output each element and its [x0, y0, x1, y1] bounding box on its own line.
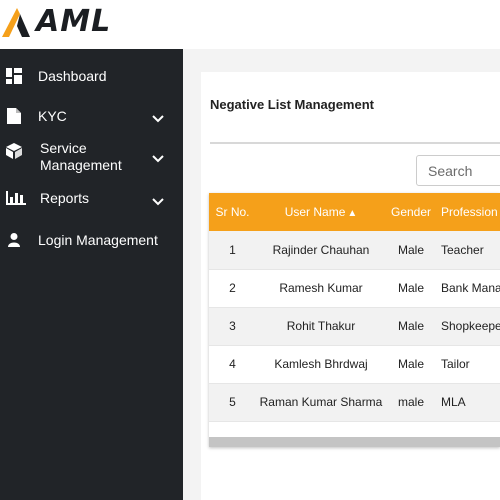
horizontal-scrollbar[interactable] — [209, 437, 500, 447]
cell-profession: Teacher — [436, 231, 500, 270]
sidebar-item-reports[interactable]: Reports — [0, 187, 183, 209]
sidebar-item-label: Reports — [40, 189, 90, 206]
sidebar-item-kyc[interactable]: KYC — [0, 105, 183, 127]
sidebar: Dashboard KYC Service Management Reports… — [0, 49, 183, 500]
cell-gender: Male — [386, 307, 436, 346]
cell-user-name: Rohit Thakur — [256, 307, 386, 346]
cell-profession: Tailor — [436, 345, 500, 384]
table-row[interactable]: 5 Raman Kumar Sharma male MLA — [209, 383, 500, 422]
logo-text: AML — [36, 3, 112, 39]
document-icon — [6, 108, 22, 124]
column-header-label: Profession — [441, 205, 498, 219]
cell-profession: MLA — [436, 383, 500, 422]
dashboard-icon — [6, 68, 22, 84]
cell-sr-no: 1 — [209, 231, 256, 270]
cell-profession: Bank Manager — [436, 269, 500, 308]
cell-sr-no: 3 — [209, 307, 256, 346]
sidebar-item-label: Login Management — [38, 231, 158, 248]
logo-mark-icon — [2, 8, 30, 37]
user-icon — [6, 232, 22, 248]
cell-user-name: Raman Kumar Sharma — [256, 383, 386, 422]
table-row[interactable]: 4 Kamlesh Bhrdwaj Male Tailor — [209, 345, 500, 384]
cell-sr-no: 4 — [209, 345, 256, 384]
chevron-down-icon — [152, 198, 164, 206]
cell-user-name: Rajinder Chauhan — [256, 231, 386, 270]
table-row[interactable]: 2 Ramesh Kumar Male Bank Manager — [209, 269, 500, 308]
page-title: Negative List Management — [210, 97, 374, 112]
column-header-label: Gender — [390, 205, 432, 219]
sidebar-item-label: Service Management — [40, 140, 122, 173]
cell-sr-no: 5 — [209, 383, 256, 422]
cell-profession: Shopkeeper — [436, 307, 500, 346]
column-header-label: User Name — [284, 205, 346, 219]
sidebar-item-label: KYC — [38, 107, 67, 124]
column-header-gender[interactable]: Gender — [386, 193, 436, 231]
search-input[interactable] — [416, 155, 500, 186]
sidebar-item-login-management[interactable]: Login Management — [0, 229, 183, 251]
title-divider — [210, 142, 500, 144]
cell-gender: Male — [386, 269, 436, 308]
cell-sr-no: 2 — [209, 269, 256, 308]
sidebar-item-label: Dashboard — [38, 67, 107, 84]
cell-user-name: Kamlesh Bhrdwaj — [256, 345, 386, 384]
column-header-sr-no[interactable]: Sr No. — [209, 193, 256, 231]
negative-list-table: Sr No. User Name ▲︎ Gender Profession 1 R… — [209, 193, 500, 447]
sidebar-item-dashboard[interactable]: Dashboard — [0, 65, 183, 87]
chevron-down-icon — [152, 155, 164, 163]
cell-gender: male — [386, 383, 436, 422]
column-header-label: Sr No. — [215, 205, 250, 219]
bar-chart-icon — [5, 190, 27, 206]
table-row[interactable]: 3 Rohit Thakur Male Shopkeeper — [209, 307, 500, 346]
sidebar-item-service-management[interactable]: Service Management — [0, 139, 183, 175]
cell-user-name: Ramesh Kumar — [256, 269, 386, 308]
table-header-row: Sr No. User Name ▲︎ Gender Profession — [209, 193, 500, 231]
top-bar: AML — [0, 0, 500, 49]
sort-icon[interactable]: ▲︎ — [347, 208, 357, 219]
column-header-profession[interactable]: Profession — [436, 193, 500, 231]
column-header-user-name[interactable]: User Name ▲︎ — [256, 193, 386, 231]
cell-gender: Male — [386, 231, 436, 270]
chevron-down-icon — [152, 115, 164, 123]
table-row[interactable]: 1 Rajinder Chauhan Male Teacher — [209, 231, 500, 270]
box-icon — [6, 143, 22, 159]
cell-gender: Male — [386, 345, 436, 384]
app-logo[interactable]: AML — [0, 2, 111, 40]
